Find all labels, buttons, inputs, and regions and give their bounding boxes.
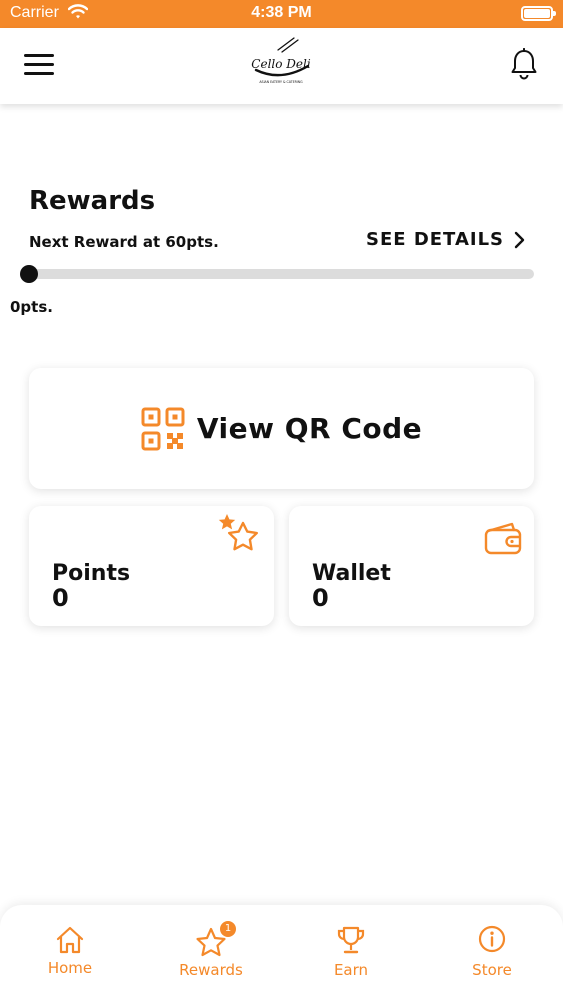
see-details-link[interactable]: SEE DETAILS (366, 229, 526, 250)
stars-icon (218, 514, 258, 551)
points-value: 0 (52, 584, 69, 612)
tab-bar: Home 1 Rewards Earn Store (0, 905, 563, 1000)
status-time: 4:38 PM (251, 4, 312, 21)
wallet-card[interactable]: Wallet 0 (289, 506, 534, 626)
current-points-label: 0pts. (10, 298, 53, 316)
reward-progress-bar (28, 269, 534, 279)
view-qr-code-button[interactable]: View QR Code (29, 368, 534, 489)
logo-text: Cello Deli (251, 57, 311, 71)
see-details-label: SEE DETAILS (366, 229, 505, 250)
bell-icon[interactable] (510, 48, 538, 80)
next-reward-label: Next Reward at 60pts. (29, 233, 219, 251)
qr-code-icon (141, 407, 185, 450)
menu-icon[interactable] (24, 54, 54, 76)
view-qr-code-label: View QR Code (196, 412, 423, 445)
tab-home-label: Home (47, 959, 93, 977)
wallet-value: 0 (312, 584, 329, 612)
tab-home[interactable]: Home (0, 905, 140, 1000)
tab-store[interactable]: Store (422, 905, 562, 1000)
trophy-icon (337, 926, 365, 954)
reward-progress-knob (20, 265, 38, 283)
logo-subtext: ASIAN EATERY & CATERING (259, 80, 303, 84)
status-bar: Carrier 4:38 PM (0, 0, 563, 28)
home-icon (56, 926, 84, 954)
wallet-icon (484, 522, 522, 555)
app-header: Cello Deli ASIAN EATERY & CATERING (0, 28, 563, 104)
tab-earn[interactable]: Earn (281, 905, 421, 1000)
chevron-right-icon (514, 231, 525, 248)
battery-icon (521, 6, 556, 21)
tab-earn-label: Earn (333, 961, 369, 979)
tab-store-label: Store (472, 961, 512, 979)
info-icon (478, 925, 506, 953)
rewards-badge: 1 (220, 921, 236, 937)
wallet-label: Wallet (312, 561, 391, 586)
rewards-title: Rewards (29, 186, 156, 216)
logo: Cello Deli ASIAN EATERY & CATERING (251, 37, 311, 84)
points-card[interactable]: Points 0 (29, 506, 274, 626)
points-label: Points (52, 561, 131, 586)
tab-rewards-label: Rewards (179, 961, 243, 979)
tab-rewards[interactable]: 1 Rewards (141, 905, 281, 1000)
